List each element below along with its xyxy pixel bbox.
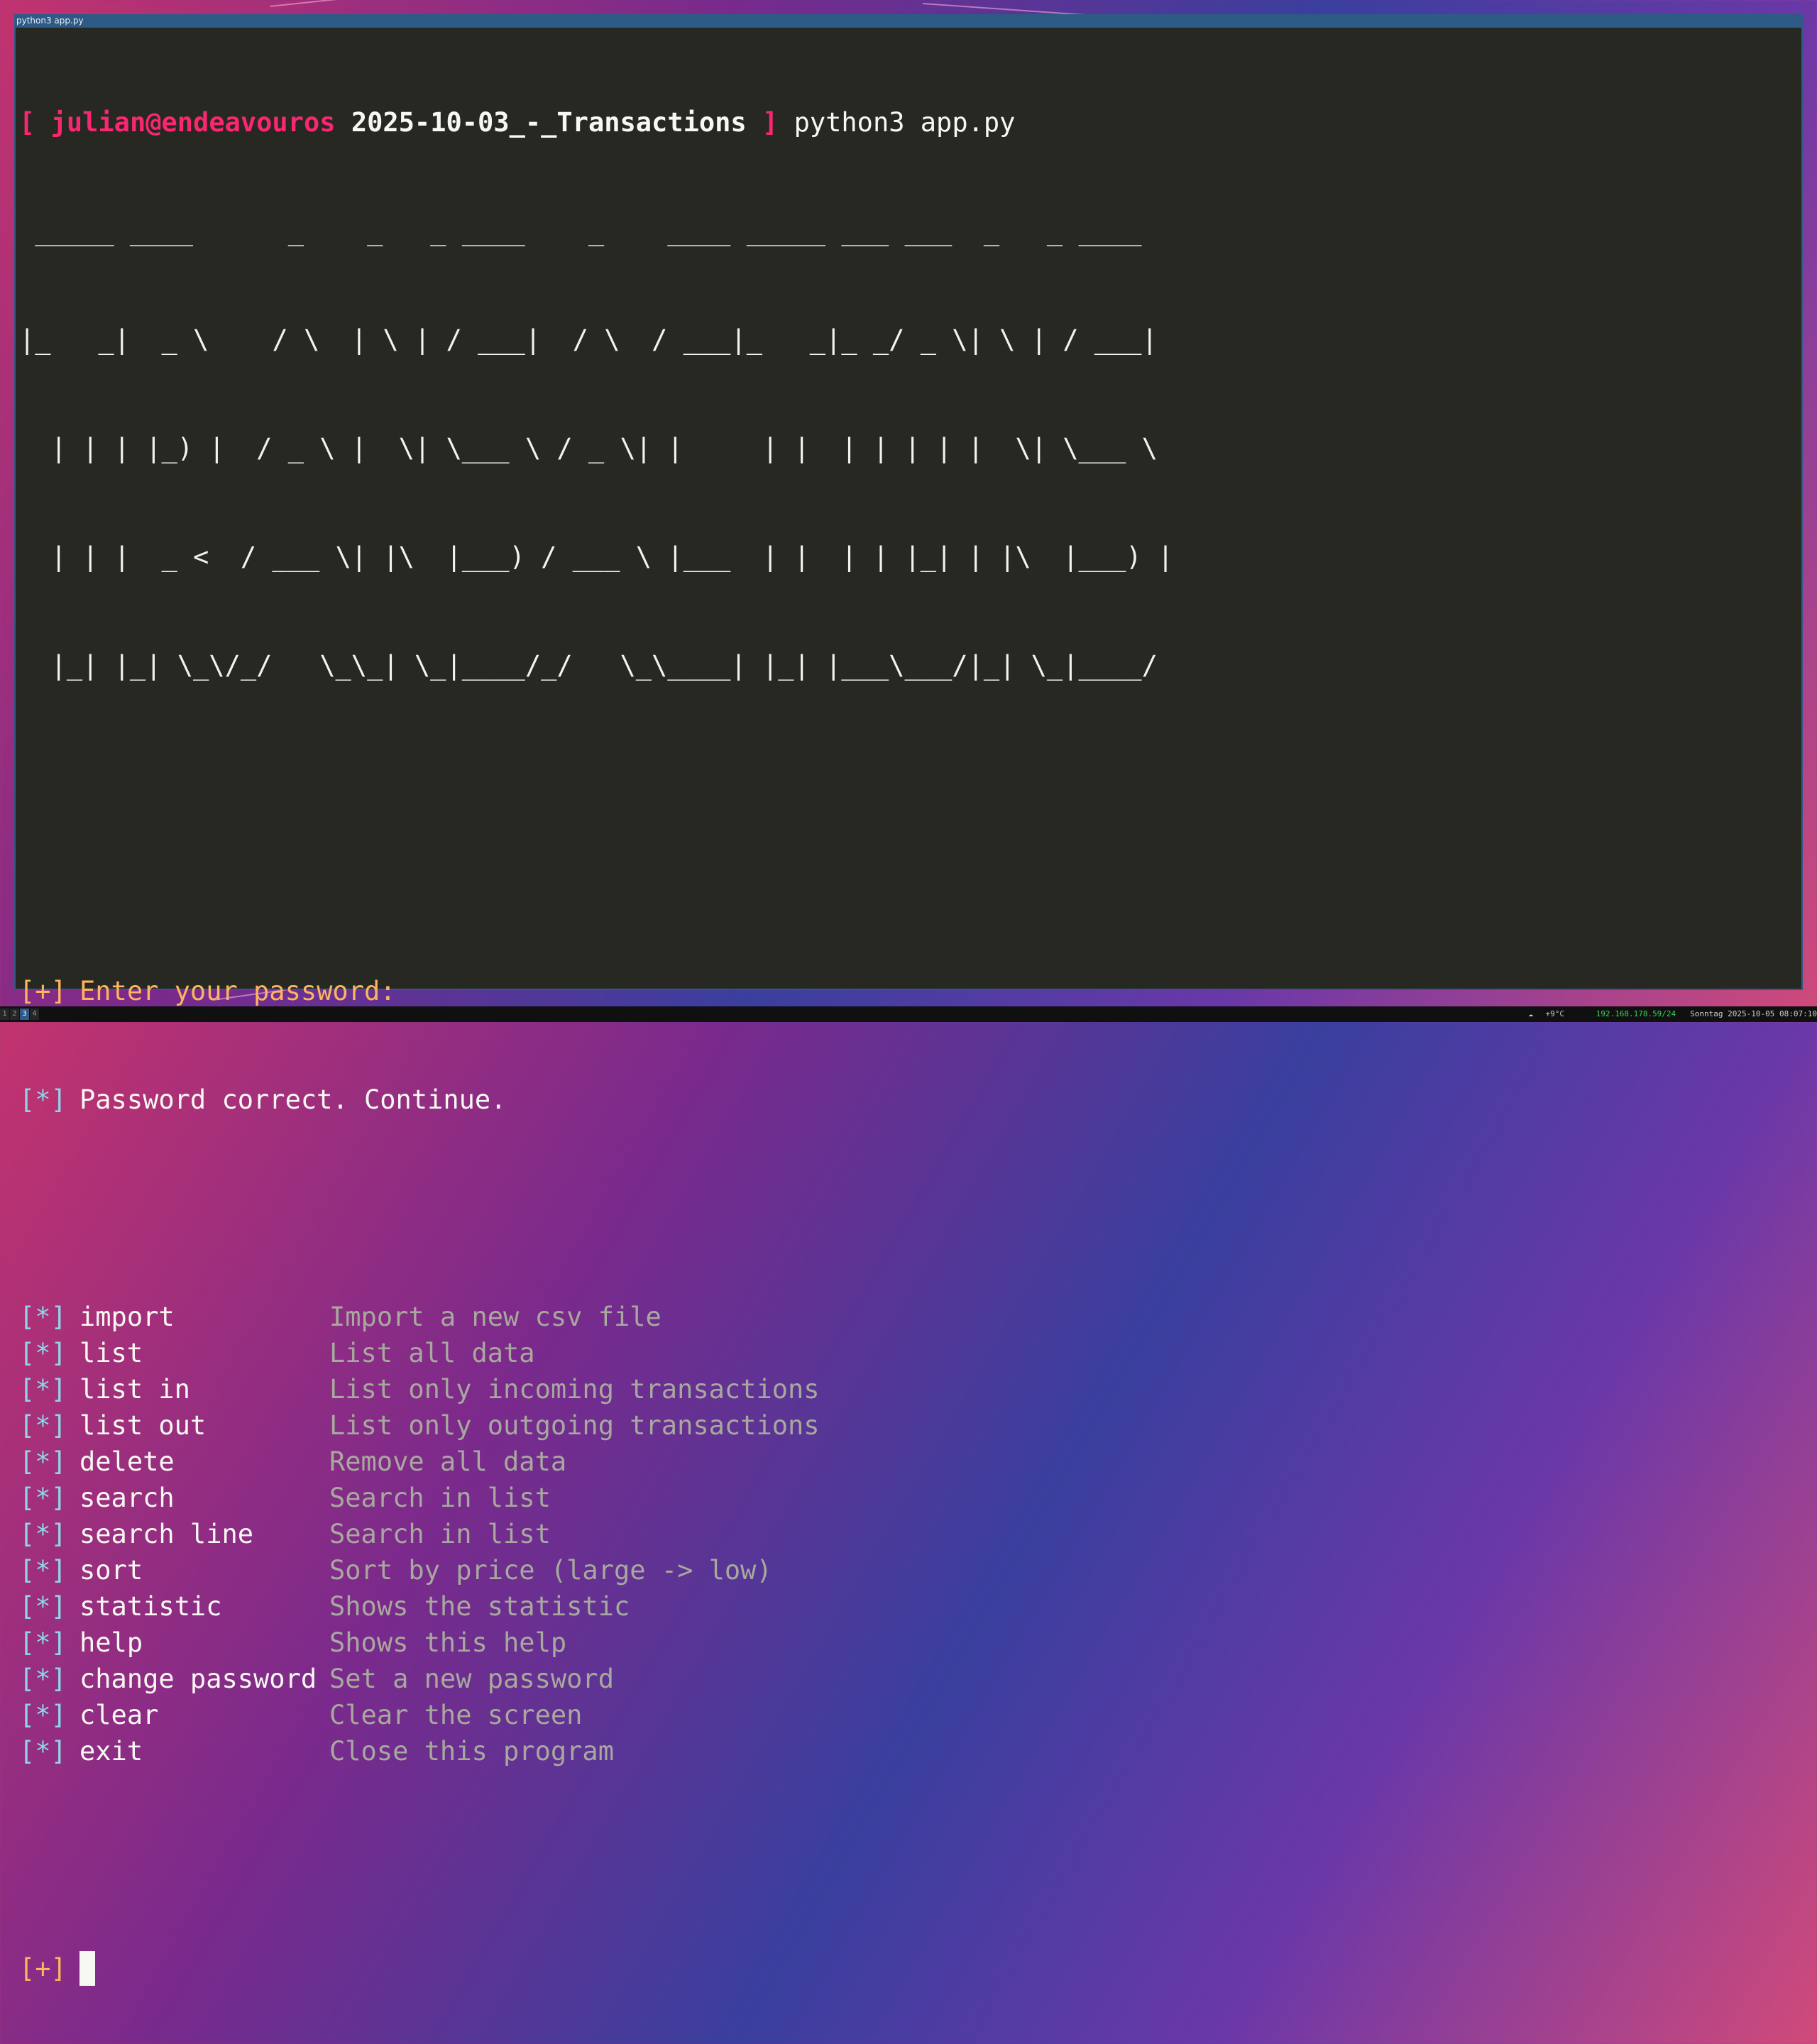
command-description: Close this program [329,1736,614,1766]
cloud-icon: ☁ [1528,1009,1533,1018]
password-prompt-line: [+] Enter your password: [19,973,1173,1009]
window-titlebar[interactable]: python3 app.py [14,14,1803,28]
info-prefix: [*] [19,1519,67,1549]
text-cursor[interactable] [79,1951,95,1986]
command-name: help [79,1627,143,1658]
workspace-button[interactable]: 3 [20,1009,29,1020]
info-prefix: [*] [19,1591,67,1622]
command-description: Clear the screen [329,1700,583,1730]
command-description: Import a new csv file [329,1302,662,1332]
prompt-open-bracket: [ [19,107,35,138]
command-name: sort [79,1555,143,1586]
workspace-button[interactable]: 2 [10,1009,19,1020]
help-row: [*] clear Clear the screen [19,1697,1173,1733]
info-prefix: [*] [19,1664,67,1694]
banner-line: |_ _| _ \ / \ | \ | / ___| / \ / ___|_ _… [19,324,1174,355]
help-row: [*] search Search in list [19,1480,1173,1516]
help-row: [*] import Import a new csv file [19,1299,1173,1335]
info-prefix: [*] [19,1338,67,1368]
window-title: python3 app.py [16,16,84,26]
command-description: Remove all data [329,1446,567,1477]
workspace-button[interactable]: 4 [30,1009,39,1020]
info-prefix: [*] [19,1410,67,1441]
command-name: search [79,1483,175,1513]
info-prefix: [*] [19,1555,67,1586]
command-name: import [79,1302,175,1332]
info-prefix: [*] [19,1627,67,1658]
info-prefix: [*] [19,1736,67,1766]
input-prefix: [+] [19,1953,67,1984]
workspace-button[interactable]: 1 [0,1009,9,1020]
help-row: [*] list out List only outgoing transactio… [19,1407,1173,1444]
prompt-prefix: [+] [19,976,67,1006]
help-row: [*] search line Search in list [19,1516,1173,1552]
command-description: Sort by price (large -> low) [329,1555,772,1586]
banner-line: _____ ____ _ _ _ ____ _ ____ _____ ___ _… [19,216,1174,246]
help-row: [*] sort Sort by price (large -> low) [19,1552,1173,1588]
command-description: Shows this help [329,1627,567,1658]
input-line[interactable]: [+] [19,1950,1173,1987]
info-prefix: [*] [19,1302,67,1332]
banner-line: |_| |_| \_\/_/ \_\_| \_|____/_/ \_\____|… [19,650,1174,681]
command-description: List only incoming transactions [329,1374,820,1405]
password-ok-line: [*] Password correct. Continue. [19,1082,1173,1118]
info-prefix: [*] [19,1374,67,1405]
command-name: change password [79,1664,317,1694]
prompt-user-host: julian@endeavouros [50,107,336,138]
prompt-directory: 2025-10-03_-_Transactions [351,107,747,138]
help-row: [*] help Shows this help [19,1625,1173,1661]
command-name: search line [79,1519,254,1549]
info-prefix: [*] [19,1446,67,1477]
banner-line: | | | |_) | / _ \ | \| \___ \ / _ \| | |… [19,433,1174,463]
help-row: [*] list in List only incoming transaction… [19,1371,1173,1407]
statusbar: 1234 ☁ +9°C 192.168.178.59/24 Sonntag 202… [0,1006,1817,1022]
temperature: +9°C [1545,1009,1565,1018]
info-prefix: [*] [19,1084,67,1115]
help-row: [*] list List all data [19,1335,1173,1371]
command-name: list out [79,1410,207,1441]
wallpaper-line [270,0,454,7]
banner-line: | | | _ < / ___ \| |\ |___) / ___ \ |___… [19,542,1174,572]
command-name: list [79,1338,143,1368]
command-description: List only outgoing transactions [329,1410,820,1441]
command-description: Search in list [329,1519,551,1549]
command-description: Search in list [329,1483,551,1513]
ip-address: 192.168.178.59/24 [1596,1009,1676,1018]
prompt-command: python3 app.py [794,107,1016,138]
help-list: [*] import Import a new csv file [*] list Lis… [19,1299,1173,1769]
info-prefix: [*] [19,1483,67,1513]
command-name: statistic [79,1591,222,1622]
clock: Sonntag 2025-10-05 08:07:10 [1690,1009,1817,1018]
command-name: exit [79,1736,143,1766]
command-name: delete [79,1446,175,1477]
command-name: list in [79,1374,190,1405]
command-description: List all data [329,1338,535,1368]
terminal-output: [ julian@endeavouros 2025-10-03_-_Transa… [19,32,1173,2044]
password-ok-text: Password correct. Continue. [79,1084,507,1115]
prompt-close-bracket: ] [762,107,779,138]
info-prefix: [*] [19,1700,67,1730]
command-description: Set a new password [329,1664,614,1694]
password-prompt-text: Enter your password: [79,976,396,1006]
help-row: [*] statistic Shows the statistic [19,1588,1173,1625]
help-row: [*] delete Remove all data [19,1444,1173,1480]
terminal-window[interactable]: [ julian@endeavouros 2025-10-03_-_Transa… [14,28,1803,1986]
help-row: [*] exit Close this program [19,1733,1173,1769]
help-row: [*] change password Set a new password [19,1661,1173,1697]
command-description: Shows the statistic [329,1591,630,1622]
shell-prompt-line: [ julian@endeavouros 2025-10-03_-_Transa… [19,104,1173,141]
command-name: clear [79,1700,159,1730]
